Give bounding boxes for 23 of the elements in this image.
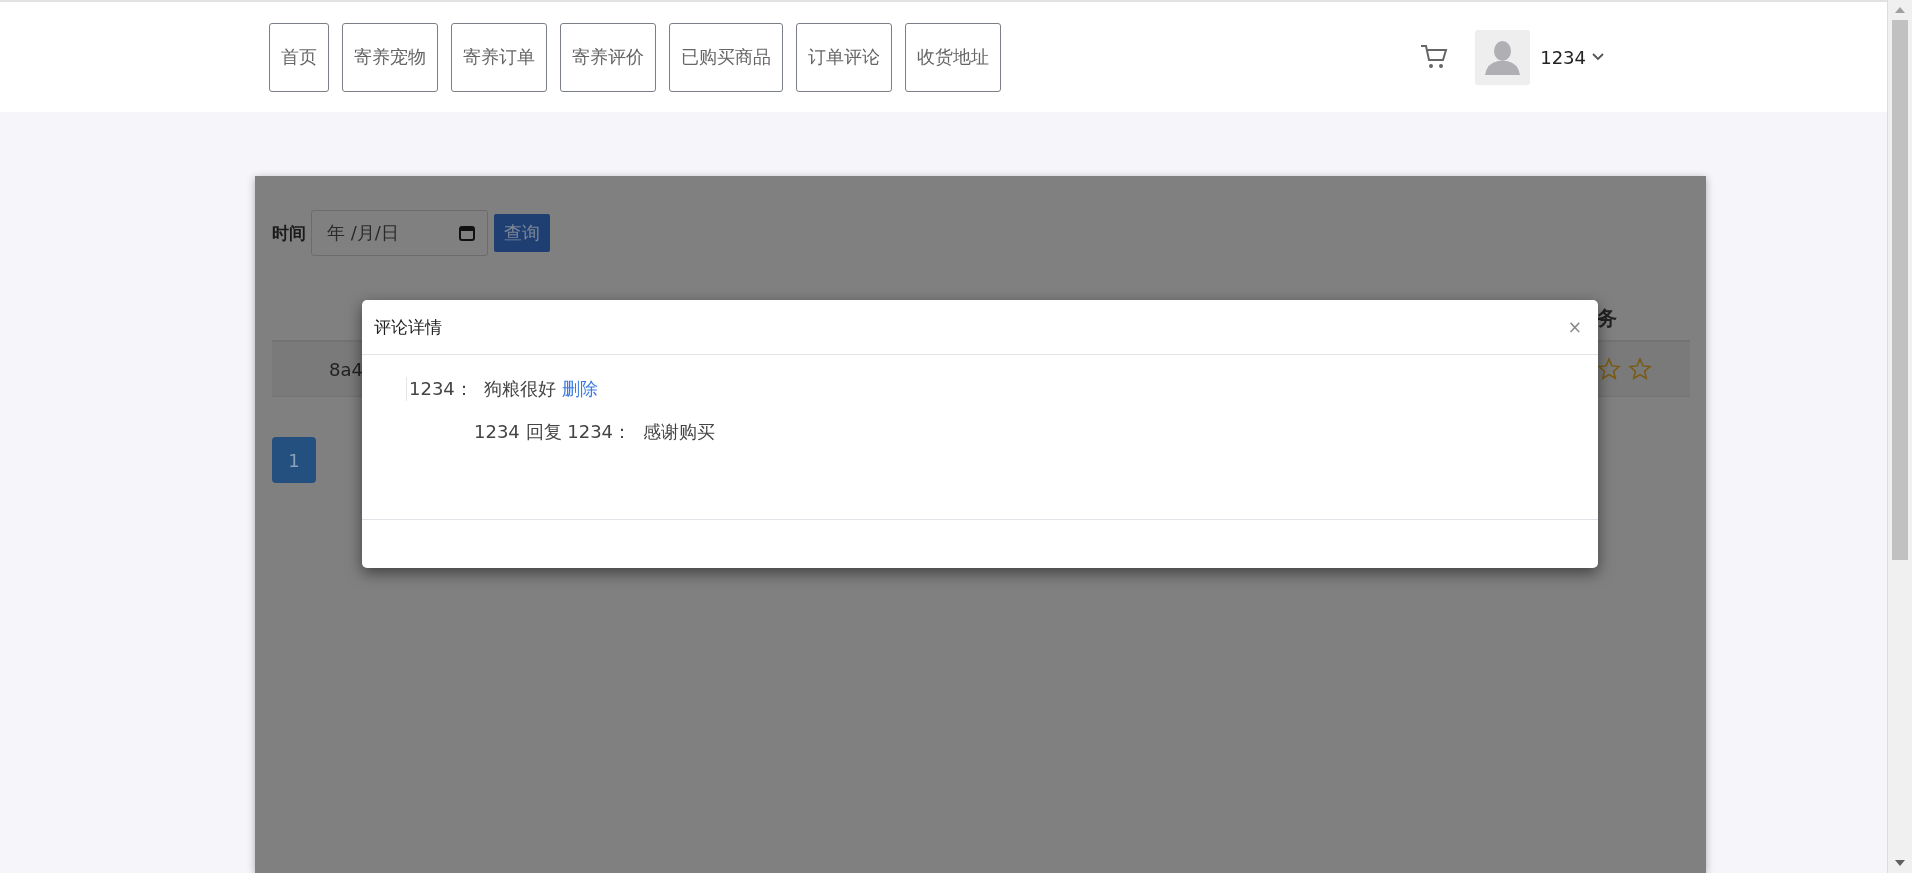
date-field[interactable]: 年 /月/日 (311, 210, 488, 256)
table-cell-text: 8a4 (328, 358, 363, 380)
nav-button[interactable]: 已购买商品 (669, 22, 783, 92)
nav-button[interactable]: 寄养评价 (560, 22, 656, 92)
user-name[interactable]: 1234 (1540, 46, 1586, 68)
nav-button[interactable]: 寄养订单 (451, 22, 547, 92)
nav-button[interactable]: 订单评论 (796, 22, 892, 92)
cart-icon[interactable] (1420, 44, 1449, 70)
nav-button[interactable]: 首页 (269, 22, 329, 92)
comment-text: 1234： 狗粮很好 (409, 377, 557, 401)
scroll-down-icon[interactable] (1895, 859, 1905, 867)
nav-button[interactable]: 寄养宠物 (342, 22, 438, 92)
delete-link[interactable]: 删除 (562, 377, 599, 401)
dialog-title: 评论详情 (374, 315, 442, 339)
page-button[interactable]: 1 (272, 437, 316, 483)
close-button[interactable]: × (1563, 317, 1586, 337)
nav-button[interactable]: 收货地址 (905, 22, 1001, 92)
reply-text: 1234 回复 1234： 感谢购买 (474, 420, 716, 444)
column-header: 务 (1597, 305, 1618, 332)
calendar-icon[interactable] (459, 225, 475, 241)
caret-icon[interactable] (1592, 53, 1604, 61)
filter-label: 时间 (272, 221, 306, 245)
scrollbar[interactable] (1887, 0, 1912, 873)
